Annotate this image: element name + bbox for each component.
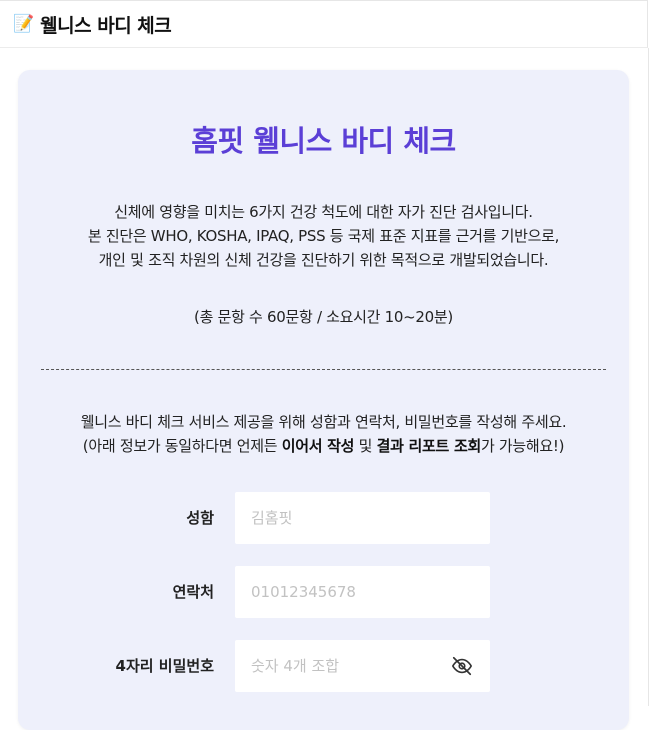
question-count: (총 문항 수 60문항 / 소요시간 10~20분) [194,308,453,326]
page-header-title: 웰니스 바디 체크 [40,14,172,37]
top-bar: 📝 웰니스 바디 체크 [0,0,648,48]
name-input[interactable] [235,492,490,544]
info-text-part: (아래 정보가 동일하다면 언제든 [82,437,282,455]
description-line: 개인 및 조직 차원의 신체 건강을 진단하기 위한 목적으로 개발되었습니다. [98,251,549,269]
info-bold-continue: 이어서 작성 [281,437,355,455]
password-label: 4자리 비밀번호 [115,657,214,675]
phone-input[interactable] [235,566,490,618]
password-row: 4자리 비밀번호 [18,640,629,692]
card-title: 홈핏 웰니스 바디 체크 [191,124,456,158]
name-label: 성함 [186,509,214,527]
dashed-divider [41,369,606,370]
description-line: 본 진단은 WHO, KOSHA, IPAQ, PSS 등 국제 표준 지표를 … [87,227,560,245]
info-line: (아래 정보가 동일하다면 언제든 이어서 작성 및 결과 리포트 조회가 가능… [18,434,629,458]
info-bold-report: 결과 리포트 조회 [376,437,482,455]
window-edge [648,48,649,706]
phone-label: 연락처 [172,583,214,601]
description-line: 신체에 영향을 미치는 6가지 건강 척도에 대한 자가 진단 검사입니다. [114,203,533,221]
description: 신체에 영향을 미치는 6가지 건강 척도에 대한 자가 진단 검사입니다. 본… [18,200,629,272]
info-line: 웰니스 바디 체크 서비스 제공을 위해 성함과 연락처, 비밀번호를 작성해 … [80,413,567,431]
info-text-part: 가 가능해요!) [480,437,565,455]
eye-off-icon[interactable] [451,655,473,677]
name-row: 성함 [18,492,629,544]
info-text-part: 및 [354,437,377,455]
phone-row: 연락처 [18,566,629,618]
info-text: 웰니스 바디 체크 서비스 제공을 위해 성함과 연락처, 비밀번호를 작성해 … [18,410,629,458]
memo-icon: 📝 [13,14,35,34]
intro-card: 홈핏 웰니스 바디 체크 신체에 영향을 미치는 6가지 건강 척도에 대한 자… [18,70,629,730]
